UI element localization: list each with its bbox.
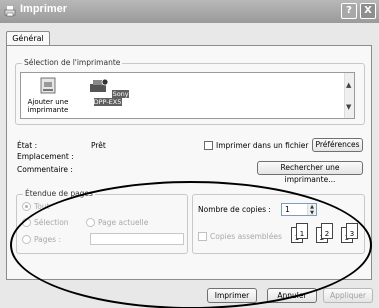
- window-title: Imprimer: [20, 3, 68, 15]
- printer-item-sony[interactable]: Sony DPP-EX5: [83, 76, 133, 106]
- add-printer-label-line2: imprimante: [27, 106, 69, 114]
- printer-icon: [90, 78, 109, 92]
- printer-selection-legend: Sélection de l'imprimante: [22, 58, 123, 67]
- radio-all[interactable]: [22, 202, 31, 211]
- page-range-legend: Étendue de pages: [23, 189, 95, 198]
- copies-group: Nombre de copies : 1 ▲ ▼ Copies assemblée…: [192, 194, 365, 254]
- title-bar: Imprimer ? X: [0, 0, 379, 23]
- radio-current-page-label: Page actuelle: [98, 218, 149, 227]
- collate-label: Copies assemblées: [210, 232, 282, 241]
- print-to-file-label: Imprimer dans un fichier: [216, 141, 309, 150]
- commentaire-label: Commentaire :: [17, 165, 73, 174]
- radio-pages-label: Pages :: [34, 235, 61, 244]
- pages-input[interactable]: [90, 233, 184, 245]
- find-printer-button[interactable]: Rechercher une imprimante...: [257, 161, 363, 184]
- collate-illustration: 1 1 2 2 3 3: [291, 223, 363, 247]
- add-printer-icon: [40, 77, 56, 94]
- etat-label: État :: [17, 141, 38, 150]
- printer-list[interactable]: Ajouter une imprimante Sony DPP-EX5 ▲ ▼: [20, 72, 355, 119]
- tab-panel: Sélection de l'imprimante Ajouter une im…: [6, 45, 372, 280]
- scroll-down-icon[interactable]: ▼: [346, 103, 351, 111]
- radio-all-label: Tout: [34, 202, 50, 211]
- radio-pages[interactable]: [22, 235, 31, 244]
- cancel-button[interactable]: Annuler: [267, 288, 317, 303]
- etat-value: Prêt: [91, 141, 106, 150]
- collate-checkbox[interactable]: [198, 232, 207, 241]
- add-printer-item[interactable]: Ajouter une imprimante: [27, 76, 69, 114]
- radio-selection[interactable]: [22, 218, 31, 227]
- preferences-button[interactable]: Préférences: [312, 138, 363, 152]
- print-button[interactable]: Imprimer: [207, 288, 257, 303]
- close-button[interactable]: X: [360, 3, 376, 19]
- scroll-up-icon[interactable]: ▲: [346, 81, 351, 89]
- printer-icon: [4, 6, 16, 17]
- page-range-group: Étendue de pages Tout Sélection Page act…: [16, 189, 188, 254]
- emplacement-label: Emplacement :: [17, 152, 74, 161]
- apply-button[interactable]: Appliquer: [323, 288, 373, 303]
- print-to-file-checkbox[interactable]: [204, 141, 213, 150]
- copies-count-value: 1: [285, 205, 290, 214]
- copies-count-input[interactable]: 1 ▲ ▼: [281, 203, 317, 216]
- printer-selection-group: Sélection de l'imprimante Ajouter une im…: [15, 58, 365, 125]
- copies-count-label: Nombre de copies :: [198, 205, 271, 214]
- printer-list-scrollbar[interactable]: ▲ ▼: [344, 73, 354, 118]
- add-printer-label-line1: Ajouter une: [27, 98, 69, 106]
- copies-spinner[interactable]: ▲ ▼: [307, 204, 316, 216]
- radio-selection-label: Sélection: [34, 218, 69, 227]
- radio-current-page[interactable]: [86, 218, 95, 227]
- help-button[interactable]: ?: [341, 3, 357, 19]
- tab-general[interactable]: Général: [6, 31, 50, 46]
